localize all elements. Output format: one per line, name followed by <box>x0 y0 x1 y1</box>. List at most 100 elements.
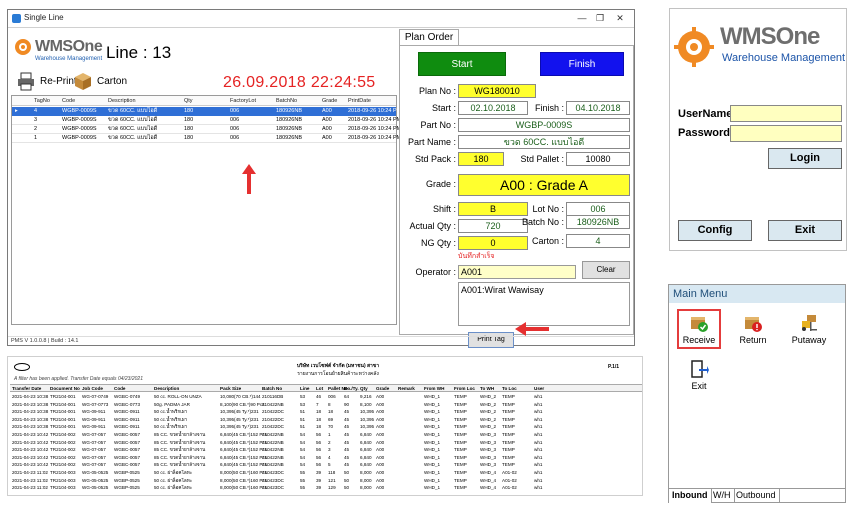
tab-wh[interactable]: W/H <box>710 489 735 503</box>
operator-memo[interactable]: A001:Wirat Wawisay <box>458 282 630 326</box>
finish-date-field[interactable]: 04.10.2018 <box>566 101 630 115</box>
operator-input[interactable]: A001 <box>458 265 576 279</box>
tab-inbound[interactable]: Inbound <box>669 489 712 503</box>
minimize-icon[interactable]: — <box>574 11 590 26</box>
finish-button[interactable]: Finish <box>540 52 624 76</box>
main-menu-title: Main Menu <box>669 285 845 303</box>
exit-button[interactable]: Exit <box>768 220 842 241</box>
carton-count-field[interactable]: 4 <box>566 234 630 248</box>
report-cell: TR2104-002 <box>50 432 76 437</box>
report-col-header: Batch No <box>262 386 283 391</box>
col-header[interactable]: Description <box>108 96 136 106</box>
report-cell: 70 <box>328 424 334 430</box>
cell: A00 <box>322 117 332 123</box>
grade-label: Grade : <box>425 179 456 189</box>
std-pack-field[interactable]: 180 <box>458 152 504 166</box>
cell: WGBP-0009S <box>62 126 97 132</box>
shift-field[interactable]: B <box>458 202 528 216</box>
report-cell: WHD_1 <box>424 462 441 468</box>
report-cell: wh1 <box>534 432 543 437</box>
report-cell: 54 <box>300 454 306 460</box>
report-cell: 50g. PADMA JAR <box>154 401 190 407</box>
maximize-icon[interactable]: ❐ <box>592 11 608 26</box>
report-cell: wh1 <box>534 485 543 491</box>
menu-item-receive[interactable]: Receive <box>677 311 721 351</box>
report-cell: 2 <box>328 439 331 445</box>
report-cell: 54 <box>300 447 306 453</box>
report-cell: 10,395(45 Ty.*)231 <box>220 424 259 430</box>
cell: 1 <box>34 135 38 141</box>
lot-no-field[interactable]: 006 <box>566 202 630 216</box>
table-row[interactable]: 1 WGBP-0009S ขวด 60CC. แบบไอดี 180 006 1… <box>12 134 401 143</box>
username-input[interactable] <box>730 105 842 122</box>
menu-item-return[interactable]: Return <box>731 311 775 351</box>
ng-qty-field[interactable]: 0 <box>458 236 528 250</box>
report-cell: 51 <box>300 424 306 430</box>
part-name-field[interactable]: ขวด 60CC. แบบไอดี <box>458 135 630 149</box>
report-cell: 210422NB <box>262 432 284 437</box>
report-cell: 3 <box>328 447 331 453</box>
menu-item-exit[interactable]: Exit <box>677 357 721 397</box>
part-no-field[interactable]: WGBP-0009S <box>458 118 630 132</box>
plan-no-field[interactable]: WG180010 <box>458 84 536 98</box>
report-cell: WHD_1 <box>424 424 441 430</box>
report-cell: 10,395(45 Ty.*)231 <box>220 409 259 415</box>
report-cell: 56 <box>316 432 322 437</box>
report-cell: TEMP <box>454 409 467 415</box>
report-cell: WHD_4 <box>480 477 497 483</box>
report-cell: WHD_2 <box>480 394 497 399</box>
report-cell: A00 <box>376 470 385 475</box>
menu-tabs: Inbound W/H Outbound <box>669 488 845 503</box>
table-row[interactable]: 2 WGBP-0009S ขวด 60CC. แบบไอดี 180 006 1… <box>12 125 401 134</box>
close-icon[interactable]: ✕ <box>612 11 628 26</box>
report-row: 2021-04-23 10:38 TR2104-001 WG-09-911 WGBC-… <box>10 408 642 416</box>
report-cell: WGBC-0057 <box>114 432 141 437</box>
cell: 180 <box>184 108 194 114</box>
col-header[interactable]: Qty <box>184 96 193 106</box>
table-row[interactable]: 3 WGBP-0009S ขวด 60CC. แบบไอดี 180 006 1… <box>12 116 401 125</box>
std-pallet-field[interactable]: 10080 <box>566 152 630 166</box>
password-input[interactable] <box>730 125 842 142</box>
cell: A00 <box>322 126 332 132</box>
col-header[interactable]: BatchNo <box>276 96 297 106</box>
cell: 006 <box>230 126 240 132</box>
report-cell: 90 <box>344 401 350 407</box>
menu-label: Receive <box>682 335 716 345</box>
report-cell: 56 <box>316 454 322 460</box>
report-cell: 6,840 <box>360 454 372 460</box>
tab-outbound[interactable]: Outbound <box>733 489 780 503</box>
carton-button[interactable]: Carton <box>73 71 128 93</box>
report-company-line1: บริษัท เวบโซฟต์ จำกัด (มหาชน) สาขา <box>296 363 380 369</box>
start-button[interactable]: Start <box>418 52 506 76</box>
batch-no-field[interactable]: 180926NB <box>566 215 630 229</box>
report-row: 2021-04-23 10:38 TR2104-001 WG-07-0749 WGBC… <box>10 393 642 401</box>
report-cell: 18 <box>316 409 322 415</box>
table-row[interactable]: ▸ 4 WGBP-0009S ขวด 60CC. แบบไอดี 180 006… <box>12 107 401 116</box>
report-cell: WHD_1 <box>424 454 441 460</box>
report-row: 2021-04-23 10:38 TR2104-001 WG-09-911 WGBC-… <box>10 416 642 424</box>
tag-grid[interactable]: TagNo Code Description Qty FactoryLot Ba… <box>11 95 401 325</box>
col-header[interactable]: Code <box>62 96 75 106</box>
col-header[interactable]: FactoryLot <box>230 96 256 106</box>
report-cell: wh1 <box>534 462 543 468</box>
operator-label: Operator : <box>415 267 456 277</box>
cell: 006 <box>230 117 240 123</box>
col-header[interactable]: PrintDate <box>348 96 371 106</box>
report-cell: 2021-04-23 10:42 <box>12 432 49 437</box>
config-button[interactable]: Config <box>678 220 752 241</box>
report-cell: wh1 <box>534 401 543 407</box>
start-date-field[interactable]: 02.10.2018 <box>458 101 528 115</box>
report-cell: A00 <box>376 462 385 468</box>
login-button[interactable]: Login <box>768 148 842 169</box>
report-col-header: Remark <box>398 386 415 391</box>
report-col-header: Line <box>300 386 310 391</box>
clear-button[interactable]: Clear <box>582 261 630 279</box>
report-cell: 210422NB <box>262 401 284 407</box>
report-cell: 4 <box>328 454 331 460</box>
col-header[interactable]: TagNo <box>34 96 50 106</box>
tab-plan-order[interactable]: Plan Order <box>399 29 459 45</box>
menu-item-putaway[interactable]: Putaway <box>787 311 831 351</box>
reprint-button[interactable]: Re-Print <box>16 71 78 93</box>
report-cell: TR2104-002 <box>50 454 76 460</box>
col-header[interactable]: Grade <box>322 96 337 106</box>
